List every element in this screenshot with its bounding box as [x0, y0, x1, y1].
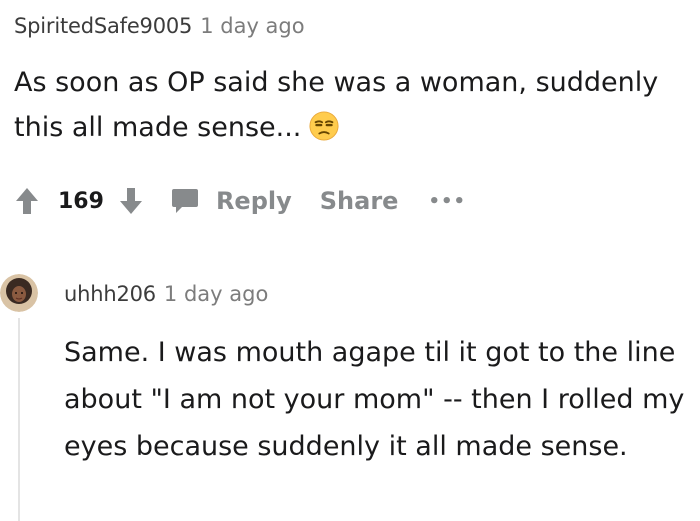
reply-button[interactable]: Reply [170, 186, 292, 216]
reply-label: Reply [215, 187, 292, 215]
comment-body: As soon as OP said she was a woman, sudd… [14, 60, 694, 150]
downvote-arrow-icon[interactable] [118, 186, 144, 216]
more-options-button[interactable]: ••• [428, 191, 466, 212]
share-button[interactable]: Share [320, 187, 399, 215]
user-avatar-icon [0, 274, 38, 312]
comment-actions: 169 Reply Share ••• [14, 181, 466, 221]
avatar[interactable] [0, 274, 38, 312]
reply-comment: uhhh206 1 day ago Same. I was mouth agap… [0, 266, 700, 521]
vote-count: 169 [58, 188, 104, 214]
reply-time[interactable]: 1 day ago [164, 282, 268, 306]
thread-line[interactable] [18, 318, 20, 521]
chat-bubble-icon [171, 189, 198, 213]
unamused-face-icon [309, 111, 339, 141]
more-dots-icon: ••• [428, 190, 466, 212]
comment: SpiritedSafe9005 1 day ago As soon as OP… [14, 14, 694, 150]
reply-meta: uhhh206 1 day ago [64, 282, 268, 306]
reply-author[interactable]: uhhh206 [64, 282, 156, 306]
upvote-arrow-icon[interactable] [14, 186, 40, 216]
comment-meta: SpiritedSafe9005 1 day ago [14, 14, 694, 38]
comment-thread: SpiritedSafe9005 1 day ago As soon as OP… [0, 0, 700, 521]
share-label: Share [319, 187, 399, 215]
comment-author[interactable]: SpiritedSafe9005 [14, 14, 192, 38]
reply-body: Same. I was mouth agape til it got to th… [64, 337, 685, 462]
comment-time[interactable]: 1 day ago [200, 14, 304, 38]
